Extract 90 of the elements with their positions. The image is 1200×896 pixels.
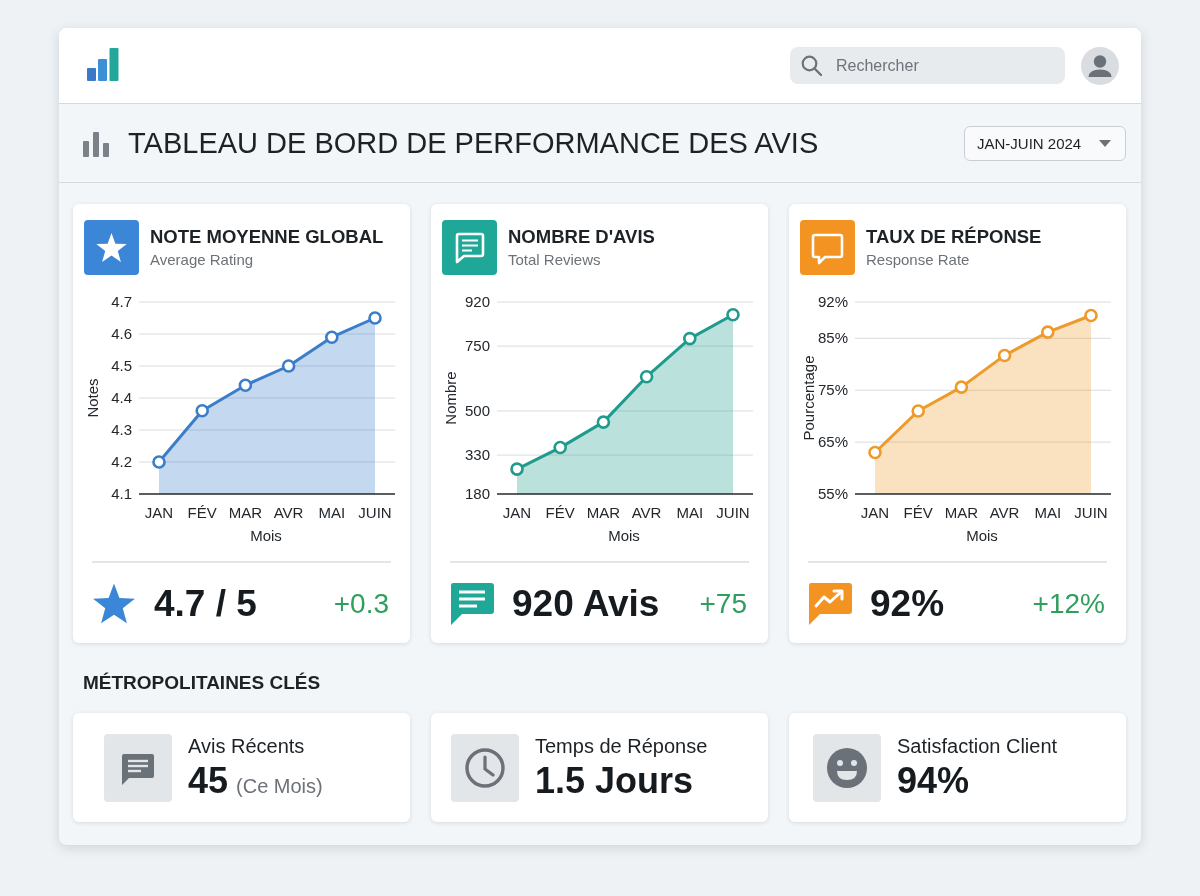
x-tick-label: MAI	[318, 504, 346, 521]
data-point	[510, 462, 524, 476]
y-tick-label: 750	[464, 337, 490, 355]
metric-label: Satisfaction Client	[897, 734, 1058, 758]
x-tick-label: FÉV	[903, 504, 933, 521]
y-tick-label: 4.5	[111, 357, 132, 374]
x-tick-label: MAR	[944, 504, 979, 521]
x-tick-label: JAN	[502, 504, 532, 521]
summary-value: 4.7 / 5	[154, 582, 257, 626]
y-tick-label: 85%	[817, 329, 848, 347]
y-tick-label: 4.7	[111, 293, 132, 310]
metric-label: Avis Récents	[188, 734, 306, 758]
x-tick-label: MAI	[676, 504, 704, 521]
y-tick-label: 65%	[817, 433, 848, 451]
x-tick-label: MAR	[586, 504, 621, 521]
change-value: +12%	[1032, 587, 1105, 621]
y-tick-label: 920	[464, 293, 490, 310]
x-axis-title: Mois	[608, 527, 640, 544]
card-title: NOMBRE D'AVIS	[508, 226, 655, 248]
metric-label: Temps de Réponse	[535, 734, 708, 758]
x-tick-label: MAI	[1034, 504, 1062, 521]
metric-note: (Ce Mois)	[236, 775, 323, 798]
search-field[interactable]: Rechercher	[790, 47, 1065, 84]
clock-icon	[451, 734, 519, 802]
smiley-icon	[813, 734, 881, 802]
y-tick-label: 75%	[817, 381, 848, 399]
data-point	[238, 378, 253, 392]
caret-icon	[1099, 139, 1111, 147]
data-point	[997, 348, 1012, 363]
chat-bubble-icon	[104, 734, 172, 802]
x-tick-label: MAR	[228, 504, 263, 521]
data-point	[639, 369, 654, 384]
data-point	[726, 307, 740, 322]
card-subtitle: Average Rating	[150, 250, 255, 270]
y-tick-label: 500	[464, 401, 490, 419]
metric-value: 1.5 Jours	[535, 761, 694, 801]
period-dropdown[interactable]: JAN-JUIN 2024	[964, 125, 1126, 161]
x-tick-label: AVR	[273, 504, 304, 521]
card-subtitle: Total Reviews	[508, 250, 602, 270]
summary-value: 920 Avis	[512, 582, 660, 626]
data-point	[683, 331, 697, 346]
summary-value: 92%	[870, 582, 945, 626]
data-point	[1041, 325, 1055, 339]
avatar-icon[interactable]	[1081, 46, 1119, 85]
data-point	[368, 311, 382, 325]
data-point	[152, 455, 166, 469]
y-tick-label: 92%	[817, 293, 848, 310]
data-point	[553, 440, 567, 455]
data-point	[195, 404, 209, 418]
data-point	[868, 445, 882, 460]
x-tick-label: JUIN	[716, 504, 750, 521]
bar-chart-logo-icon[interactable]	[87, 48, 119, 81]
y-axis-title: Notes	[84, 378, 101, 418]
card-subtitle: Response Rate	[866, 250, 971, 270]
data-point	[1084, 308, 1098, 323]
change-value: +0.3	[333, 587, 389, 621]
x-axis-title: Mois	[250, 527, 282, 544]
data-point	[325, 330, 339, 344]
section-title: MÉTROPOLITAINES CLÉS	[83, 672, 322, 694]
y-tick-label: 4.2	[111, 453, 132, 470]
x-tick-label: AVR	[989, 504, 1020, 521]
y-tick-label: 330	[464, 446, 490, 464]
data-point	[596, 415, 611, 429]
metric-value: 45	[188, 761, 229, 801]
y-tick-label: 180	[464, 485, 490, 502]
x-axis-title: Mois	[966, 527, 998, 544]
y-tick-label: 4.3	[111, 421, 132, 438]
card-title: TAUX DE RÉPONSE	[866, 226, 1042, 248]
x-tick-label: JUIN	[1074, 504, 1108, 521]
x-tick-label: AVR	[631, 504, 662, 521]
card-title: NOTE MOYENNE GLOBAL	[150, 226, 384, 248]
metric-value: 94%	[897, 761, 970, 801]
x-tick-label: FÉV	[187, 504, 217, 521]
y-axis-title: Nombre	[442, 371, 459, 425]
y-tick-label: 55%	[817, 485, 848, 502]
search-icon	[801, 55, 822, 76]
y-tick-label: 4.6	[111, 325, 132, 342]
y-tick-label: 4.1	[111, 485, 132, 502]
data-point	[281, 359, 296, 373]
change-value: +75	[699, 587, 747, 621]
bar-chart-icon	[83, 131, 109, 157]
y-axis-title: Pourcentage	[800, 355, 817, 441]
x-tick-label: JAN	[860, 504, 890, 521]
x-tick-label: JUIN	[358, 504, 392, 521]
data-point	[954, 380, 969, 394]
x-tick-label: FÉV	[545, 504, 575, 521]
data-point	[911, 404, 925, 418]
y-tick-label: 4.4	[111, 389, 132, 406]
dashboard-title: TABLEAU DE BORD DE PERFORMANCE DES AVIS	[128, 126, 819, 160]
x-tick-label: JAN	[144, 504, 174, 521]
